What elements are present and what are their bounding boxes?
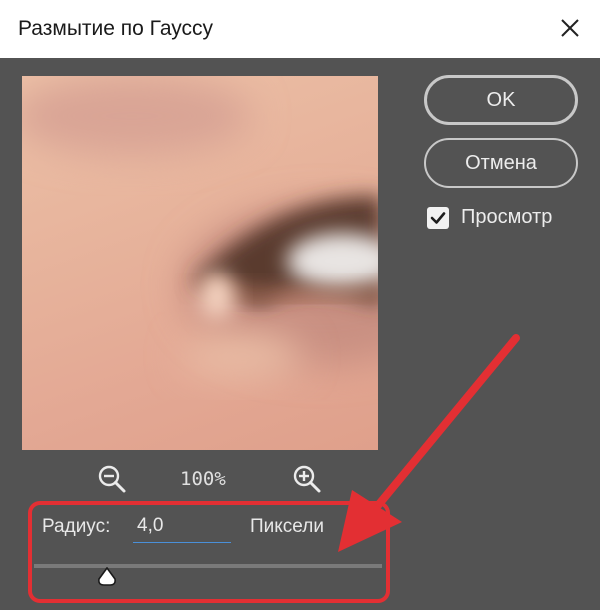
preview-eye-graphic — [22, 76, 378, 378]
zoom-out-icon[interactable] — [97, 464, 127, 494]
zoom-level: 100% — [180, 468, 226, 490]
cancel-button[interactable]: Отмена — [424, 138, 578, 188]
window-title: Размытие по Гауссу — [18, 17, 214, 40]
close-icon[interactable] — [554, 12, 586, 44]
title-bar: Размытие по Гауссу — [0, 0, 600, 58]
ok-button[interactable]: OK — [424, 75, 578, 125]
checkmark-icon — [430, 212, 446, 224]
annotation-highlight-box — [28, 501, 390, 603]
preview-image[interactable] — [22, 76, 378, 450]
preview-checkbox-label: Просмотр — [461, 206, 553, 228]
preview-checkbox[interactable] — [427, 207, 449, 229]
zoom-in-icon[interactable] — [292, 464, 322, 494]
